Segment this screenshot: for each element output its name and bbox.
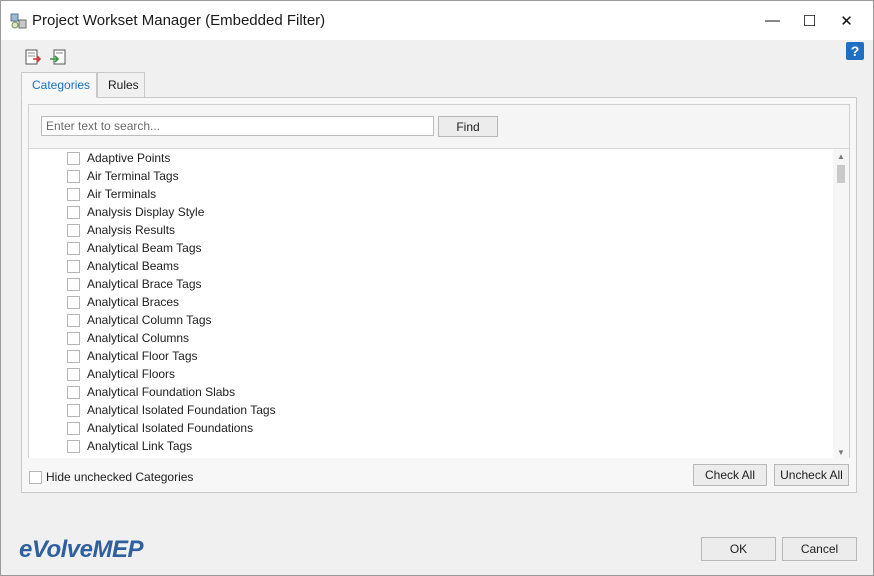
category-row[interactable]: Analytical Floors [29, 365, 829, 383]
category-row[interactable]: Analytical Beams [29, 257, 829, 275]
category-label: Adaptive Points [87, 151, 171, 165]
category-label: Analysis Results [87, 223, 176, 237]
title-bar: Project Workset Manager (Embedded Filter… [1, 1, 873, 40]
category-row[interactable]: Analytical Brace Tags [29, 275, 829, 293]
ok-button[interactable]: OK [701, 537, 776, 561]
dialog-body: ? Categories Rules Find Adaptive PointsA… [1, 40, 873, 575]
category-checkbox[interactable] [67, 223, 80, 237]
scroll-thumb[interactable] [837, 165, 845, 183]
category-checkbox[interactable] [67, 349, 80, 363]
category-list: Adaptive Points Air Terminal Tags Air Term… [29, 148, 849, 458]
search-input[interactable] [41, 116, 434, 136]
categories-panel: Find Adaptive Points Air Terminal Tags Air… [21, 97, 857, 493]
category-label: Analytical Beam Tags [87, 241, 202, 255]
category-row[interactable]: Analytical Braces [29, 293, 829, 311]
category-row[interactable]: Analytical Floor Tags [29, 347, 829, 365]
check-all-button[interactable]: Check All [693, 464, 767, 486]
tab-categories[interactable]: Categories [21, 72, 97, 98]
category-label: Analytical Isolated Foundation Tags [87, 403, 276, 417]
close-button[interactable]: ✕ [828, 1, 865, 40]
find-button[interactable]: Find [438, 116, 498, 137]
category-row[interactable]: Adaptive Points [29, 149, 829, 167]
uncheck-all-button[interactable]: Uncheck All [774, 464, 849, 486]
workset-app-icon [10, 13, 27, 29]
category-checkbox[interactable] [67, 241, 80, 255]
category-checkbox[interactable] [67, 295, 80, 309]
category-row[interactable]: Analytical Column Tags [29, 311, 829, 329]
category-checkbox[interactable] [67, 331, 80, 345]
category-row[interactable]: Analytical Isolated Foundation Tags [29, 401, 829, 419]
category-label: Analytical Braces [87, 295, 180, 309]
maximize-button[interactable]: ☐ [791, 1, 828, 40]
category-checkbox[interactable] [67, 439, 80, 453]
category-label: Analytical Columns [87, 331, 190, 345]
category-row[interactable]: Analytical Columns [29, 329, 829, 347]
dialog-window: Project Workset Manager (Embedded Filter… [0, 0, 874, 576]
category-label: Analytical Floor Tags [87, 349, 198, 363]
category-checkbox[interactable] [67, 313, 80, 327]
category-checkbox[interactable] [67, 277, 80, 291]
help-icon[interactable]: ? [846, 42, 864, 60]
category-label: Air Terminals [87, 187, 157, 201]
category-row[interactable]: Analysis Results [29, 221, 829, 239]
list-scrollbar[interactable]: ▲ ▼ [833, 149, 849, 458]
scroll-up-icon[interactable]: ▲ [833, 149, 849, 163]
category-row[interactable]: Air Terminals [29, 185, 829, 203]
category-checkbox[interactable] [67, 187, 80, 201]
category-checkbox[interactable] [67, 403, 80, 417]
category-checkbox[interactable] [67, 421, 80, 435]
cancel-button[interactable]: Cancel [782, 537, 857, 561]
scroll-down-icon[interactable]: ▼ [833, 445, 849, 458]
window-title: Project Workset Manager (Embedded Filter… [32, 12, 326, 29]
hide-unchecked-label: Hide unchecked Categories [46, 470, 194, 484]
category-row[interactable]: Air Terminal Tags [29, 167, 829, 185]
category-checkbox[interactable] [67, 367, 80, 381]
hide-unchecked-checkbox[interactable] [29, 471, 42, 484]
evolve-mep-logo: eVolveMEP [19, 536, 144, 563]
import-icon[interactable] [49, 48, 67, 66]
export-icon[interactable] [24, 48, 42, 66]
category-checkbox[interactable] [67, 205, 80, 219]
category-label: Analytical Floors [87, 367, 176, 381]
category-label: Analytical Column Tags [87, 313, 212, 327]
category-label: Analytical Link Tags [87, 439, 193, 453]
category-row[interactable]: Analytical Link Tags [29, 437, 829, 455]
category-checkbox[interactable] [67, 385, 80, 399]
category-label: Analytical Brace Tags [87, 277, 202, 291]
category-checkbox[interactable] [67, 151, 80, 165]
category-row[interactable]: Analytical Foundation Slabs [29, 383, 829, 401]
minimize-button[interactable]: — [754, 1, 791, 40]
category-row[interactable]: Analytical Beam Tags [29, 239, 829, 257]
category-checkbox[interactable] [67, 169, 80, 183]
category-label: Analytical Isolated Foundations [87, 421, 254, 435]
tab-rules[interactable]: Rules [97, 72, 145, 98]
category-row[interactable]: Analytical Isolated Foundations [29, 419, 829, 437]
category-label: Analytical Beams [87, 259, 180, 273]
category-label: Analytical Foundation Slabs [87, 385, 236, 399]
category-row[interactable]: Analysis Display Style [29, 203, 829, 221]
category-checkbox[interactable] [67, 259, 80, 273]
category-label: Analysis Display Style [87, 205, 205, 219]
category-label: Air Terminal Tags [87, 169, 179, 183]
category-list-box: Find Adaptive Points Air Terminal Tags Air… [28, 104, 850, 458]
